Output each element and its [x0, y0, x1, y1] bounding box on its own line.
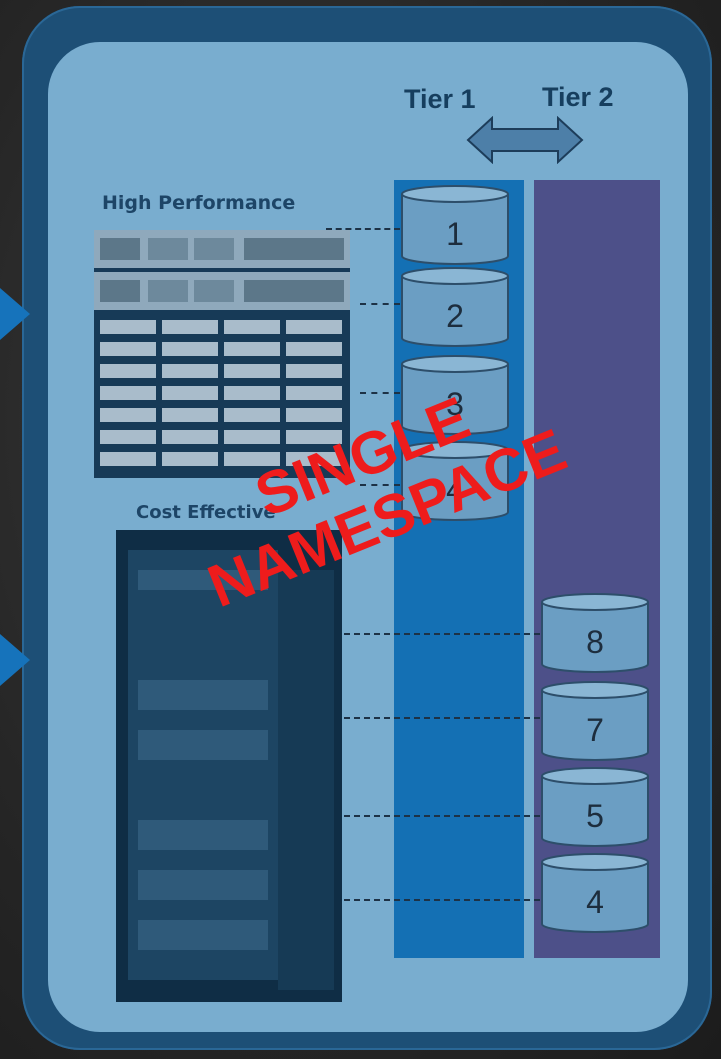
disk-tier2-1: 7 — [540, 680, 650, 762]
left-arrow-lower-icon — [0, 634, 30, 686]
connector-line — [344, 717, 540, 719]
disk-tier2-3: 4 — [540, 852, 650, 934]
disk-number: 4 — [586, 884, 604, 920]
disk-number: 8 — [586, 624, 604, 660]
connector-line — [344, 899, 540, 901]
disk-number: 1 — [446, 216, 464, 252]
tier-swap-arrow-icon — [466, 116, 584, 164]
connector-line — [344, 815, 540, 817]
high-performance-label: High Performance — [102, 192, 296, 214]
connector-line — [360, 303, 400, 305]
tier2-label: Tier 2 — [542, 82, 614, 112]
disk-number: 5 — [586, 798, 604, 834]
tier1-label: Tier 1 — [404, 84, 476, 114]
disk-tier1-0: 1 — [400, 184, 510, 266]
disk-number: 7 — [586, 712, 604, 748]
connector-line — [360, 392, 400, 394]
disk-tier1-1: 2 — [400, 266, 510, 348]
left-arrow-upper-icon — [0, 288, 30, 340]
connector-line — [326, 228, 400, 230]
disk-tier2-2: 5 — [540, 766, 650, 848]
disk-number: 2 — [446, 298, 464, 334]
